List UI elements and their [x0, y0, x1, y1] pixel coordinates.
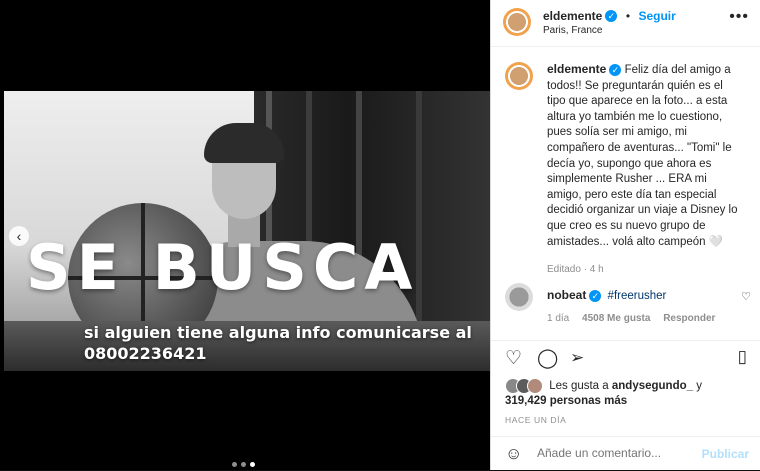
post-phone: 08002236421: [84, 344, 207, 363]
post-photo: SE BUSCA si alguien tiene alguna info co…: [4, 91, 490, 371]
post-subline: si alguien tiene alguna info comunicarse…: [84, 323, 472, 342]
likes-connector: y: [696, 380, 702, 393]
post-timestamp: HACE UN DÍA: [505, 415, 567, 425]
caption-text: Feliz día del amigo a todos!! Se pregunt…: [547, 64, 738, 248]
post-header: eldemente ✓ • Seguir Paris, France •••: [491, 0, 760, 47]
more-options-icon[interactable]: •••: [729, 8, 749, 26]
likes-prefix: Les gusta a: [549, 380, 609, 393]
likes-summary: Les gusta a andysegundo_ y 319,429 perso…: [505, 378, 751, 409]
share-icon[interactable]: ➢: [570, 348, 584, 368]
post-location[interactable]: Paris, France: [543, 25, 602, 36]
verified-icon: ✓: [609, 63, 622, 76]
carousel-dot: [232, 462, 237, 467]
comment-hashtag[interactable]: #freerusher: [608, 290, 667, 302]
action-bar: ♡ ◯ ➢ ▯: [491, 340, 760, 373]
post-side-panel: eldemente ✓ • Seguir Paris, France ••• el…: [490, 0, 760, 470]
likes-user[interactable]: andysegundo_: [612, 380, 693, 392]
caption-username[interactable]: eldemente: [547, 62, 606, 76]
comment-age: 1 día: [547, 313, 570, 324]
carousel-prev-button[interactable]: ‹: [9, 226, 29, 246]
separator-dot: •: [625, 9, 631, 23]
emoji-icon[interactable]: ☺: [505, 444, 522, 464]
heart-outline-icon[interactable]: ♡: [741, 290, 751, 303]
bookmark-icon[interactable]: ▯: [738, 347, 747, 367]
heart-icon[interactable]: ♡: [505, 347, 522, 370]
follow-button[interactable]: Seguir: [638, 9, 675, 23]
add-comment-bar: ☺ Publicar: [491, 436, 760, 471]
author-username[interactable]: eldemente: [543, 9, 602, 23]
publish-button[interactable]: Publicar: [702, 447, 749, 461]
carousel-dots: [232, 462, 255, 467]
comment-likes[interactable]: 4508 Me gusta: [582, 313, 650, 324]
verified-icon: ✓: [589, 289, 602, 302]
post-headline: SE BUSCA: [26, 231, 419, 304]
comment-avatar[interactable]: [505, 283, 533, 311]
author-avatar[interactable]: [503, 8, 531, 36]
comment-icon[interactable]: ◯: [537, 347, 558, 370]
reply-button[interactable]: Responder: [663, 313, 715, 324]
carousel-dot-active: [250, 462, 255, 467]
liker-avatar: [527, 378, 543, 394]
verified-icon: ✓: [605, 9, 618, 22]
caption-edited: Editado · 4 h: [547, 264, 604, 276]
carousel-dot: [241, 462, 246, 467]
add-comment-input[interactable]: [535, 445, 699, 461]
comment-username[interactable]: nobeat: [547, 288, 586, 302]
likes-count[interactable]: 319,429 personas más: [505, 395, 627, 407]
post-media: SE BUSCA si alguien tiene alguna info co…: [0, 0, 490, 470]
caption-avatar[interactable]: [505, 62, 533, 90]
